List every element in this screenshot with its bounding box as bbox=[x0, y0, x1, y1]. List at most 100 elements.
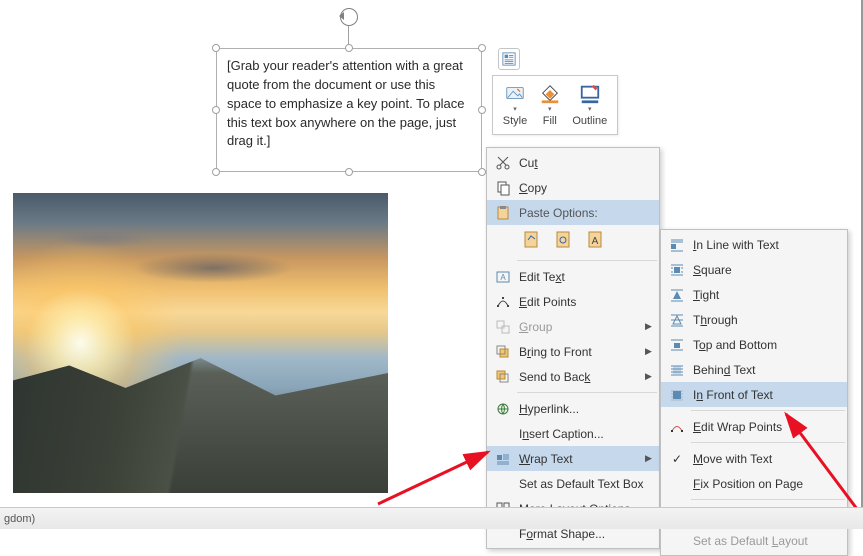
dropdown-caret: ▾ bbox=[513, 105, 517, 113]
menu-hyperlink[interactable]: Hyperlink... bbox=[487, 396, 659, 421]
resize-handle-tr[interactable] bbox=[478, 44, 486, 52]
layout-options-button[interactable] bbox=[498, 48, 520, 70]
menu-bring-front[interactable]: Bring to Front ▶ bbox=[487, 339, 659, 364]
context-menu: Cut Copy Paste Options: A A Edit Text Ed… bbox=[486, 147, 660, 549]
wrap-text-icon bbox=[493, 451, 513, 467]
status-text: gdom) bbox=[4, 513, 35, 525]
resize-handle-mr[interactable] bbox=[478, 106, 486, 114]
paste-keep-source[interactable] bbox=[519, 227, 545, 253]
wrap-move-with-text-label: Move with Text bbox=[693, 452, 841, 466]
wrap-top-bottom[interactable]: Top and Bottom bbox=[661, 332, 847, 357]
edit-text-icon: A bbox=[493, 269, 513, 285]
wrap-tight-label: Tight bbox=[693, 288, 841, 302]
wrap-fix-position-label: Fix Position on Page bbox=[693, 477, 841, 491]
wrap-square-label: Square bbox=[693, 263, 841, 277]
fill-label: Fill bbox=[543, 115, 557, 127]
menu-separator bbox=[691, 442, 845, 443]
wrap-topbottom-icon bbox=[667, 337, 687, 353]
resize-handle-ml[interactable] bbox=[212, 106, 220, 114]
resize-handle-bl[interactable] bbox=[212, 168, 220, 176]
wrap-tight[interactable]: Tight bbox=[661, 282, 847, 307]
wrap-set-default: Set as Default Layout bbox=[661, 528, 847, 553]
wrap-in-front[interactable]: In Front of Text bbox=[661, 382, 847, 407]
submenu-arrow: ▶ bbox=[645, 453, 653, 464]
paste-icon bbox=[493, 205, 513, 221]
submenu-arrow: ▶ bbox=[645, 371, 653, 382]
status-bar: gdom) bbox=[0, 507, 863, 529]
svg-text:A: A bbox=[592, 236, 599, 247]
outline-button[interactable]: ▾ Outline bbox=[570, 81, 609, 129]
menu-edit-text[interactable]: A Edit Text bbox=[487, 264, 659, 289]
dropdown-caret: ▾ bbox=[588, 105, 592, 113]
wrap-tight-icon bbox=[667, 287, 687, 303]
paste-merge[interactable] bbox=[551, 227, 577, 253]
rotate-handle[interactable] bbox=[340, 8, 358, 26]
menu-separator bbox=[517, 392, 657, 393]
edit-points-icon bbox=[493, 294, 513, 310]
copy-icon bbox=[493, 180, 513, 196]
paste-options-row: A bbox=[487, 225, 659, 257]
menu-set-default[interactable]: Set as Default Text Box bbox=[487, 471, 659, 496]
menu-edit-points[interactable]: Edit Points bbox=[487, 289, 659, 314]
svg-text:A: A bbox=[500, 273, 506, 282]
paste-text-only[interactable]: A bbox=[583, 227, 609, 253]
menu-group: Group ▶ bbox=[487, 314, 659, 339]
textbox-content[interactable]: [Grab your reader's attention with a gre… bbox=[216, 48, 482, 172]
wrap-square[interactable]: Square bbox=[661, 257, 847, 282]
wrap-inline[interactable]: In Line with Text bbox=[661, 232, 847, 257]
menu-hyperlink-label: Hyperlink... bbox=[519, 402, 653, 416]
wrap-set-default-label: Set as Default Layout bbox=[693, 534, 841, 548]
menu-insert-caption[interactable]: Insert Caption... bbox=[487, 421, 659, 446]
wrap-through[interactable]: Through bbox=[661, 307, 847, 332]
group-icon bbox=[493, 319, 513, 335]
menu-bring-front-label: Bring to Front bbox=[519, 345, 645, 359]
menu-copy[interactable]: Copy bbox=[487, 175, 659, 200]
textbox-selection[interactable]: [Grab your reader's attention with a gre… bbox=[216, 48, 482, 172]
wrap-behind[interactable]: Behind Text bbox=[661, 357, 847, 382]
document-image[interactable] bbox=[13, 193, 388, 493]
wrap-fix-position[interactable]: Fix Position on Page bbox=[661, 471, 847, 496]
menu-separator bbox=[517, 260, 657, 261]
submenu-arrow: ▶ bbox=[645, 321, 653, 332]
wrap-edit-points-label: Edit Wrap Points bbox=[693, 420, 841, 434]
submenu-arrow: ▶ bbox=[645, 346, 653, 357]
style-label: Style bbox=[503, 115, 527, 127]
resize-handle-tl[interactable] bbox=[212, 44, 220, 52]
menu-wrap-text[interactable]: Wrap Text ▶ bbox=[487, 446, 659, 471]
menu-separator bbox=[691, 410, 845, 411]
wrap-inline-label: In Line with Text bbox=[693, 238, 841, 252]
send-back-icon bbox=[493, 369, 513, 385]
menu-group-label: Group bbox=[519, 320, 645, 334]
resize-handle-br[interactable] bbox=[478, 168, 486, 176]
fill-button[interactable]: ▾ Fill bbox=[537, 81, 563, 129]
wrap-infront-icon bbox=[667, 387, 687, 403]
wrap-inline-icon bbox=[667, 237, 687, 253]
wrap-through-icon bbox=[667, 312, 687, 328]
paste-options-header: Paste Options: bbox=[487, 200, 659, 225]
hyperlink-icon bbox=[493, 401, 513, 417]
menu-edit-points-label: Edit Points bbox=[519, 295, 653, 309]
resize-handle-bm[interactable] bbox=[345, 168, 353, 176]
wrap-through-label: Through bbox=[693, 313, 841, 327]
wrap-behind-icon bbox=[667, 362, 687, 378]
wrap-move-with-text[interactable]: ✓ Move with Text bbox=[661, 446, 847, 471]
menu-insert-caption-label: Insert Caption... bbox=[519, 427, 653, 441]
wrap-square-icon bbox=[667, 262, 687, 278]
style-button[interactable]: ▾ Style bbox=[501, 81, 529, 129]
resize-handle-tm[interactable] bbox=[345, 44, 353, 52]
wrap-edit-points[interactable]: Edit Wrap Points bbox=[661, 414, 847, 439]
wrap-behind-label: Behind Text bbox=[693, 363, 841, 377]
cut-icon bbox=[493, 155, 513, 171]
paste-options-label: Paste Options: bbox=[519, 206, 653, 220]
menu-send-back[interactable]: Send to Back ▶ bbox=[487, 364, 659, 389]
check-icon: ✓ bbox=[667, 452, 687, 466]
menu-set-default-label: Set as Default Text Box bbox=[519, 477, 653, 491]
wrap-edit-points-icon bbox=[667, 419, 687, 435]
wrap-top-bottom-label: Top and Bottom bbox=[693, 338, 841, 352]
menu-cut[interactable]: Cut bbox=[487, 150, 659, 175]
outline-label: Outline bbox=[572, 115, 607, 127]
menu-send-back-label: Send to Back bbox=[519, 370, 645, 384]
menu-separator bbox=[691, 499, 845, 500]
menu-cut-label: Cut bbox=[519, 156, 653, 170]
bring-front-icon bbox=[493, 344, 513, 360]
